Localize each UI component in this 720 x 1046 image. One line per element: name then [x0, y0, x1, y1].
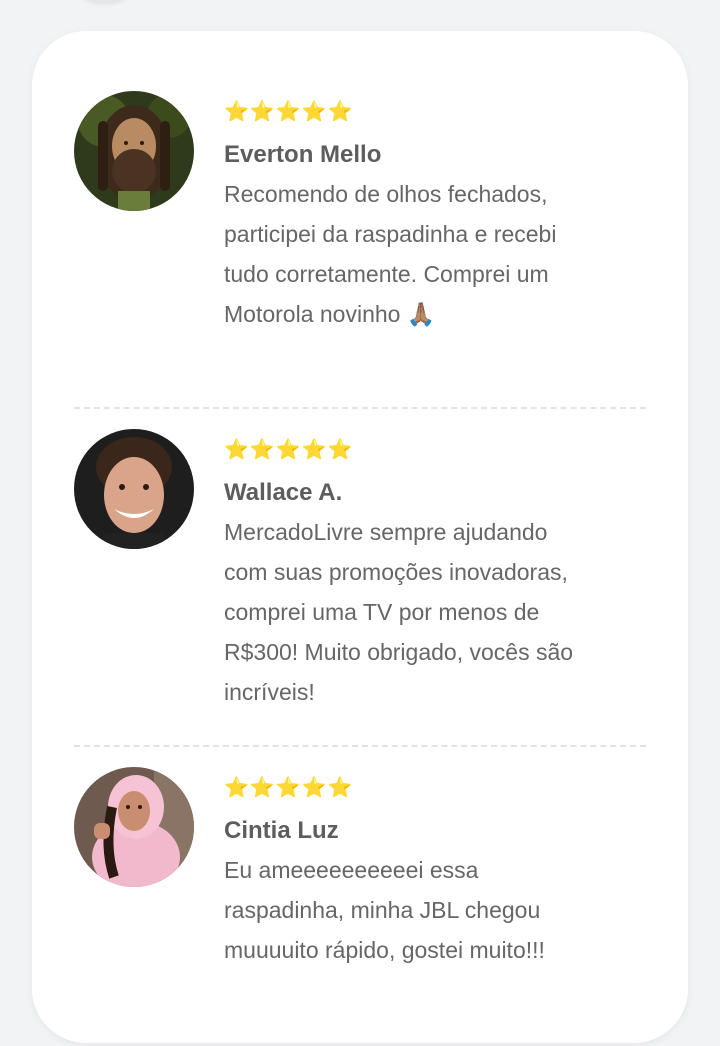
review-divider [74, 745, 646, 747]
reviews-card: ⭐⭐⭐⭐⭐ Everton Mello Recomendo de olhos f… [32, 31, 688, 1043]
rating-stars: ⭐⭐⭐⭐⭐ [224, 777, 354, 799]
review-text: MercadoLivre sempre ajudando com suas pr… [224, 519, 574, 705]
rating-stars: ⭐⭐⭐⭐⭐ [224, 439, 354, 461]
review-divider [74, 407, 646, 409]
reviewer-name: Wallace A. [224, 479, 343, 506]
review-text: Recomendo de olhos fechados, participei … [224, 181, 557, 327]
reviewer-name: Everton Mello [224, 141, 382, 168]
previous-avatar-edge [70, 0, 140, 2]
reviewer-name: Cintia Luz [224, 817, 339, 844]
reviewer-avatar [74, 91, 194, 211]
reviewer-avatar [74, 767, 194, 887]
reviewer-avatar [74, 429, 194, 549]
review-text: Eu ameeeeeeeeeei essa raspadinha, minha … [224, 857, 545, 963]
rating-stars: ⭐⭐⭐⭐⭐ [224, 101, 354, 123]
